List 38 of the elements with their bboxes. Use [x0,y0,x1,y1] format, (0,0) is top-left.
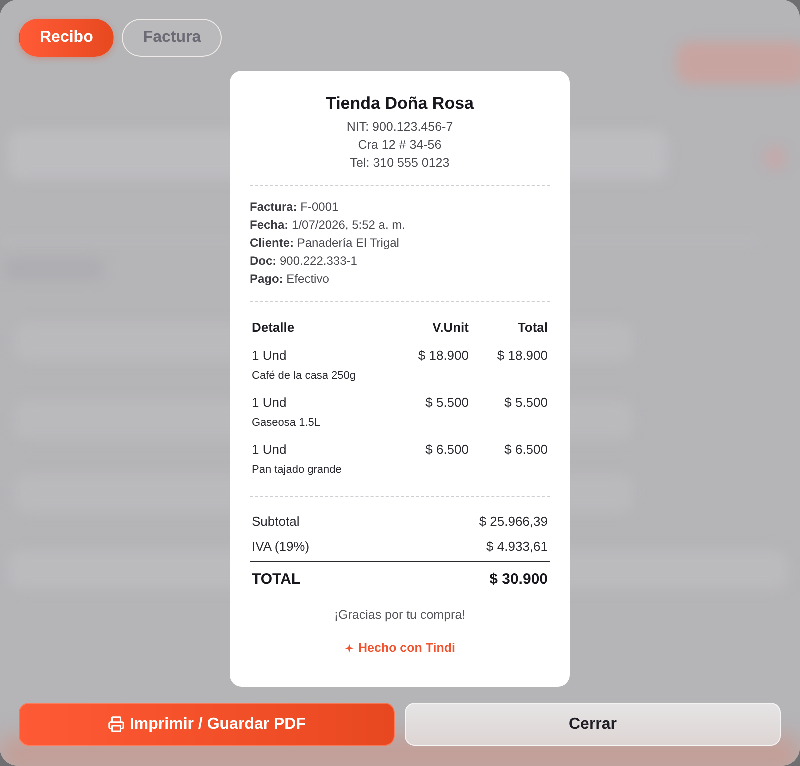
close-button[interactable]: Cerrar [405,703,781,746]
made-with-link[interactable]: Hecho con Tindi [344,639,456,657]
summary-value: $ 4.933,61 [486,538,548,556]
item-description: Pan tajado grande [251,463,343,478]
receipt-detail-line: Pago: Efectivo [250,271,330,288]
item-unit-price: $ 18.900 [417,347,469,365]
item-total: $ 5.500 [504,394,548,412]
item-quantity: 1 Und [252,394,288,412]
total-value: $ 30.900 [490,570,548,590]
total-label: TOTAL [252,570,301,590]
store-info-line: Cra 12 # 34-56 [358,137,442,154]
summary-label: Subtotal [252,513,300,531]
receipt-detail-line: Factura: F-0001 [250,199,340,216]
item-total: $ 18.900 [496,347,548,365]
item-unit-price: $ 5.500 [424,394,469,412]
printer-icon [108,716,125,733]
store-info-line: Tel: 310 555 0123 [350,155,450,172]
column-header: Detalle [252,319,296,337]
receipt-detail-line: Doc: 900.222.333-1 [250,253,358,270]
sparkle-icon [344,644,354,652]
item-total: $ 6.500 [504,441,548,459]
item-description: Gaseosa 1.5L [251,416,322,431]
column-header: V.Unit [432,319,469,337]
summary-value: $ 25.966,39 [479,513,548,531]
print-button[interactable]: Imprimir / Guardar PDF [19,703,395,746]
summary-label: IVA (19%) [252,538,310,556]
store-info-line: NIT: 900.123.456-7 [346,119,454,136]
receipt-detail-line: Cliente: Panadería El Trigal [250,235,400,252]
document-tab[interactable]: Factura [122,19,222,57]
store-name: Tienda Doña Rosa [325,93,475,115]
item-unit-price: $ 6.500 [424,441,469,459]
item-quantity: 1 Und [252,347,288,365]
item-quantity: 1 Und [252,441,288,459]
receipt-detail-line: Fecha: 1/07/2026, 5:52 a. m. [250,217,406,234]
item-description: Café de la casa 250g [251,369,357,384]
document-tab[interactable]: Recibo [19,19,114,57]
column-header: Total [516,319,548,337]
thank-you-message: ¡Gracias por tu compra! [333,607,467,624]
